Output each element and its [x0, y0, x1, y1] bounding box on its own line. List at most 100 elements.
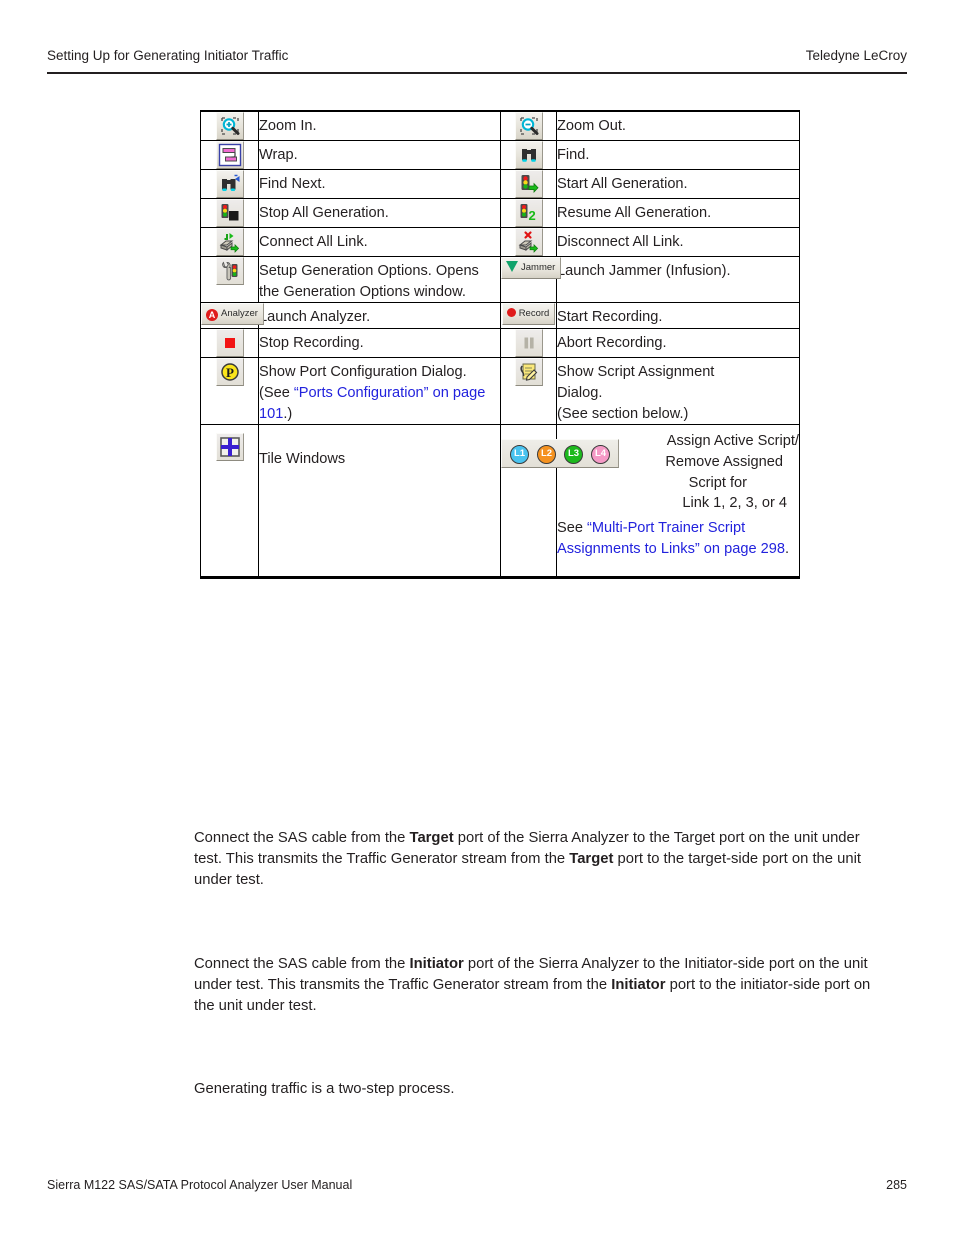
- jammer-icon-label: Jammer: [521, 262, 556, 273]
- initiator-bold-2: Initiator: [611, 977, 666, 994]
- script-assignment-line2: Dialog.: [557, 384, 603, 401]
- link-button-l4[interactable]: L4: [591, 445, 610, 465]
- cell-icon-find: [500, 140, 557, 170]
- footer-page-number: 285: [886, 1178, 907, 1192]
- abort-recording-icon[interactable]: [514, 329, 543, 358]
- script-assignment-line1: Show Script Assignment: [557, 364, 715, 381]
- initiator-port-paragraph: Connect the SAS cable from the Initiator…: [194, 954, 880, 1018]
- record-icon-label: Record: [518, 308, 550, 320]
- target-port-paragraph: Connect the SAS cable from the Target po…: [194, 828, 880, 892]
- zoom-out-icon[interactable]: [514, 112, 543, 140]
- zoom-in-icon[interactable]: [215, 112, 244, 140]
- cell-icon-jammer: Jammer: [500, 255, 562, 304]
- cell-label-connect-all-link: Connect All Link.: [258, 227, 501, 257]
- table-row: Stop Recording. Abort Recording.: [200, 328, 800, 359]
- cell-icon-script-assignment: [500, 357, 557, 426]
- jammer-icon[interactable]: Jammer: [501, 257, 562, 279]
- find-next-icon[interactable]: [215, 170, 244, 198]
- cell-label-zoom-out: Zoom Out.: [556, 110, 800, 141]
- cell-icon-tile-windows: [200, 424, 259, 579]
- cell-icon-find-next: [200, 169, 259, 199]
- assign-script-line3: Script for: [688, 474, 747, 491]
- svg-text:P: P: [226, 365, 234, 380]
- svg-text:2: 2: [528, 208, 535, 223]
- cell-icon-stop-all-generation: [200, 198, 259, 228]
- footer-manual-title: Sierra M122 SAS/SATA Protocol Analyzer U…: [47, 1178, 353, 1192]
- cell-label-find-next: Find Next.: [258, 169, 501, 199]
- table-row: A Analyzer Launch Analyzer. Record Start …: [200, 302, 800, 330]
- script-assignment-icon[interactable]: [514, 358, 543, 387]
- initiator-paragraph-part1: Connect the SAS cable from the: [194, 955, 410, 972]
- cell-icon-launch-analyzer: A Analyzer: [200, 302, 264, 330]
- cell-label-stop-recording: Stop Recording.: [258, 328, 501, 359]
- cell-icon-setup-generation-options: [200, 255, 259, 304]
- tile-windows-icon[interactable]: [215, 433, 244, 462]
- header-section-title: Setting Up for Generating Initiator Traf…: [47, 48, 289, 63]
- cell-label-abort-recording: Abort Recording.: [556, 328, 800, 359]
- port-configuration-icon[interactable]: P: [215, 358, 244, 387]
- link-button-l3[interactable]: L3: [564, 445, 583, 465]
- cell-label-launch-analyzer: Launch Analyzer.: [258, 302, 501, 330]
- ports-configuration-link[interactable]: “Ports Configuration” on page 101: [259, 385, 485, 422]
- disconnect-all-link-icon[interactable]: [514, 228, 543, 256]
- cell-icon-zoom-in: [200, 110, 259, 141]
- cell-label-tile-windows: Tile Windows: [258, 424, 501, 579]
- link-button-l2[interactable]: L2: [537, 445, 556, 465]
- cell-icon-start-recording: Record: [500, 302, 557, 330]
- find-icon[interactable]: [514, 141, 543, 169]
- cell-label-script-assignment: Show Script Assignment Dialog. (See sect…: [556, 357, 800, 426]
- analyzer-badge-icon: A: [206, 309, 218, 322]
- target-paragraph-part1: Connect the SAS cable from the: [194, 829, 410, 846]
- launch-analyzer-icon[interactable]: A Analyzer: [201, 303, 264, 326]
- link-script-buttons-icon: L1 L2 L3 L4: [501, 439, 619, 469]
- cell-icon-connect-all-link: [200, 227, 259, 257]
- jammer-triangle-icon: [506, 261, 518, 272]
- multi-port-trainer-script-link[interactable]: “Multi-Port Trainer Script Assignments t…: [557, 520, 785, 557]
- cell-label-start-all-generation: Start All Generation.: [556, 169, 800, 199]
- toolbar-icon-reference-table: Zoom In. Zoom Out. Wrap. Find. Find Next…: [200, 110, 800, 579]
- setup-generation-options-icon[interactable]: [215, 257, 244, 285]
- table-row: Connect All Link. Disconnect All Link.: [200, 227, 800, 257]
- two-step-process-paragraph: Generating traffic is a two-step process…: [194, 1080, 455, 1097]
- see-label: See: [557, 520, 588, 537]
- table-row: Zoom In. Zoom Out.: [200, 110, 800, 141]
- target-bold-1: Target: [409, 829, 454, 846]
- analyzer-icon-label: Analyzer: [221, 308, 258, 320]
- table-row: P Show Port Configuration Dialog. (See “…: [200, 357, 800, 426]
- port-config-text-after: .): [283, 405, 293, 422]
- cell-icon-zoom-out: [500, 110, 557, 141]
- wrap-icon[interactable]: [215, 141, 244, 169]
- target-bold-2: Target: [569, 851, 614, 868]
- cell-icon-wrap: [200, 140, 259, 170]
- page-footer: Sierra M122 SAS/SATA Protocol Analyzer U…: [47, 1178, 907, 1192]
- stop-recording-icon[interactable]: [215, 329, 244, 358]
- table-row: Tile Windows L1 L2 L3 L4 Assign Active Scri…: [200, 424, 800, 579]
- cell-label-disconnect-all-link: Disconnect All Link.: [556, 227, 800, 257]
- stop-all-generation-icon[interactable]: [215, 199, 244, 227]
- cell-icon-resume-all-generation: 2: [500, 198, 557, 228]
- multi-port-see-line: See “Multi-Port Trainer Script Assignmen…: [557, 518, 799, 559]
- cell-icon-abort-recording: [500, 328, 557, 359]
- cell-label-zoom-in: Zoom In.: [258, 110, 501, 141]
- connect-all-link-icon[interactable]: [215, 228, 244, 256]
- start-all-generation-icon[interactable]: [514, 170, 543, 198]
- header-company-name: Teledyne LeCroy: [805, 48, 907, 63]
- link-button-l1[interactable]: L1: [510, 445, 529, 465]
- record-dot-icon: [506, 308, 516, 318]
- cell-label-setup-generation-options: Setup Generation Options. Opens the Gene…: [258, 255, 501, 304]
- cell-icon-port-configuration: P: [200, 357, 259, 426]
- cell-label-start-recording: Start Recording.: [556, 302, 800, 330]
- start-recording-icon[interactable]: Record: [501, 303, 556, 326]
- page-header: Setting Up for Generating Initiator Traf…: [47, 48, 907, 74]
- header-rule: [47, 72, 907, 74]
- cell-icon-disconnect-all-link: [500, 227, 557, 257]
- cell-icon-start-all-generation: [500, 169, 557, 199]
- table-row: Find Next. Start All Generation.: [200, 169, 800, 199]
- cell-icon-stop-recording: [200, 328, 259, 359]
- table-row: Stop All Generation. 2 Resume All Genera…: [200, 198, 800, 228]
- table-row: Setup Generation Options. Opens the Gene…: [200, 255, 800, 304]
- script-assignment-line3: (See section below.): [557, 405, 689, 422]
- cell-label-resume-all-generation: Resume All Generation.: [556, 198, 800, 228]
- resume-all-generation-icon[interactable]: 2: [514, 199, 543, 227]
- cell-label-launch-jammer: Launch Jammer (Infusion).: [556, 255, 800, 304]
